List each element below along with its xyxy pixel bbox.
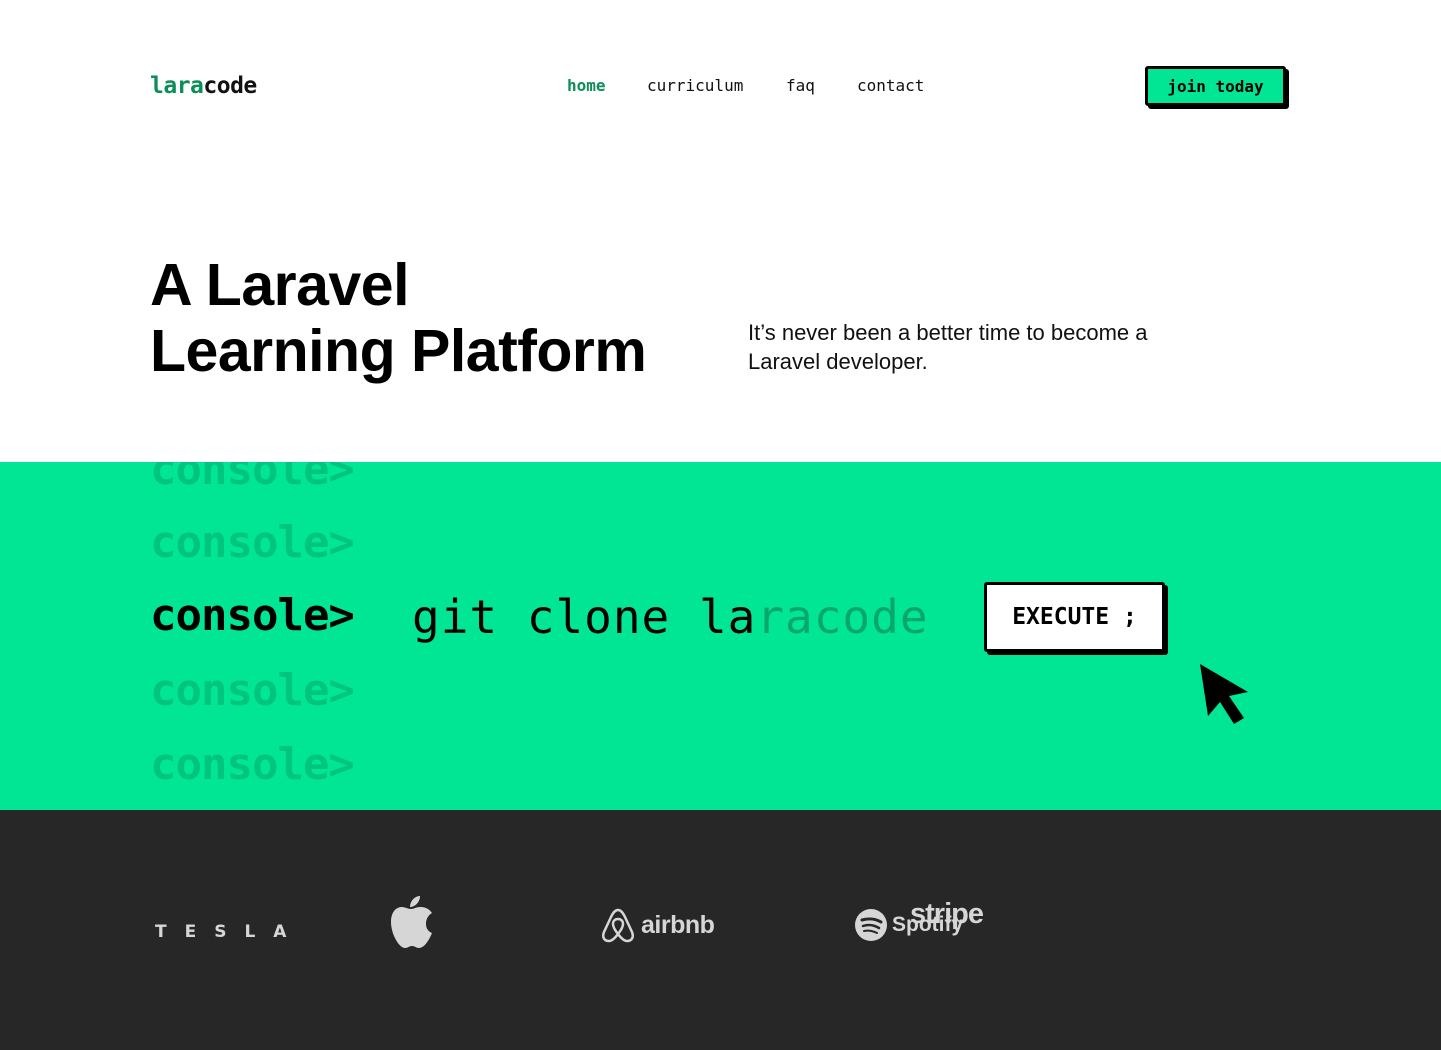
logo-part-lara: lara xyxy=(150,73,204,99)
ghost-prompt-4: console> xyxy=(150,739,355,790)
apple-icon xyxy=(391,896,432,948)
join-today-button[interactable]: join today xyxy=(1145,66,1286,106)
airbnb-icon xyxy=(601,908,635,943)
client-logos-band: TESLA airbnb Spotify stripe xyxy=(0,810,1441,1050)
command-autocomplete-text: racode xyxy=(756,590,929,644)
command-typed-text: git clone la xyxy=(412,590,757,644)
hero-subtitle: It’s never been a better time to become … xyxy=(748,320,1148,374)
ghost-prompt-3: console> xyxy=(150,665,355,716)
execute-button[interactable]: EXECUTE ; xyxy=(984,582,1165,652)
console-prompt: console> xyxy=(150,590,355,641)
tesla-logo: TESLA xyxy=(155,922,305,942)
ghost-prompt-1: console> xyxy=(150,462,355,495)
airbnb-logo: airbnb xyxy=(601,907,715,943)
nav-faq[interactable]: faq xyxy=(786,76,815,95)
spotify-icon xyxy=(855,909,887,941)
console-command[interactable]: git clone laracode xyxy=(412,590,929,644)
hero-title-line2: Learning Platform xyxy=(150,318,647,384)
ghost-prompt-2: console> xyxy=(150,517,355,568)
nav-home[interactable]: home xyxy=(567,76,606,95)
console-band: console> console> console> git clone lar… xyxy=(0,462,1441,810)
airbnb-wordmark: airbnb xyxy=(641,910,715,939)
nav-curriculum[interactable]: curriculum xyxy=(647,76,743,95)
hero-title-line1: A Laravel xyxy=(150,252,409,318)
hero-title: A Laravel Learning Platform xyxy=(150,252,730,384)
site-logo[interactable]: laracode xyxy=(150,73,257,99)
nav-contact[interactable]: contact xyxy=(857,76,924,95)
logo-part-code: code xyxy=(203,73,257,99)
stripe-logo: stripe xyxy=(910,898,984,930)
pointer-cursor-icon xyxy=(1200,664,1248,724)
